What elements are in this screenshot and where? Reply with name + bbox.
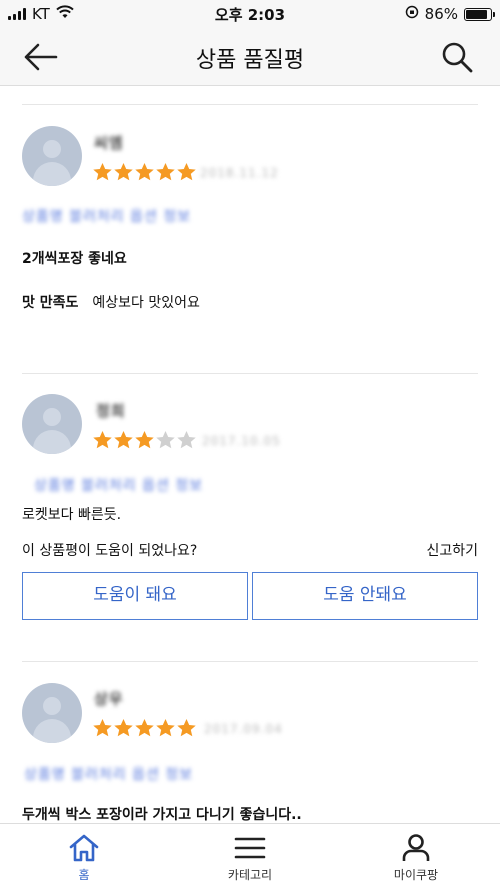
detail-value: 예상보다 맛있어요: [92, 295, 200, 311]
nav-home[interactable]: 홈: [24, 832, 144, 883]
search-button[interactable]: [440, 40, 476, 74]
nav-mycoupang-label: 마이쿠팡: [393, 868, 439, 882]
avatar: [22, 394, 82, 454]
search-icon: [442, 42, 473, 73]
nav-home-label: 홈: [78, 868, 90, 882]
star-empty-icon: [176, 430, 197, 450]
star-filled-icon: [134, 162, 155, 182]
star-rating: [92, 718, 197, 738]
avatar: [22, 683, 82, 743]
review-date: 2017.10.05: [202, 434, 281, 448]
nav-mycoupang[interactable]: 마이쿠팡: [356, 832, 476, 883]
review-date: 2017.09.04: [204, 722, 283, 736]
reviewer-name: 상우: [94, 690, 124, 708]
status-right: 86%: [405, 5, 495, 23]
star-filled-icon: [176, 718, 197, 738]
battery-icon: [464, 7, 495, 21]
person-icon: [402, 834, 430, 861]
star-filled-icon: [113, 162, 134, 182]
divider: [22, 104, 478, 105]
page-title: 상품 품질평: [195, 48, 305, 73]
review-list[interactable]: 씨엠 2018.11.12 상품명 블러처리 옵션 정보 2개씩포장 좋네요 맛…: [0, 86, 500, 823]
nav-category[interactable]: 카테고리: [190, 832, 310, 883]
rotation-lock-icon: [405, 5, 419, 23]
review-date: 2018.11.12: [200, 166, 279, 180]
review-headline: 2개씩포장 좋네요: [22, 251, 127, 267]
review-detail: 맛 만족도 예상보다 맛있어요: [22, 292, 200, 312]
star-filled-icon: [134, 718, 155, 738]
divider: [22, 373, 478, 374]
star-filled-icon: [92, 430, 113, 450]
product-option[interactable]: 상품명 블러처리 옵션 정보: [34, 475, 203, 495]
avatar: [22, 126, 82, 186]
divider: [22, 661, 478, 662]
star-filled-icon: [155, 718, 176, 738]
star-filled-icon: [113, 718, 134, 738]
star-rating: [92, 162, 197, 182]
review-body: 로켓보다 빠른듯.: [22, 507, 122, 523]
product-option[interactable]: 상품명 블러처리 옵션 정보: [24, 764, 193, 784]
star-filled-icon: [134, 430, 155, 450]
helpful-no-button[interactable]: 도움 안돼요: [252, 572, 478, 620]
menu-icon: [234, 837, 266, 859]
review-headline: 두개씩 박스 포장이라 가지고 다니기 좋습니다..: [22, 807, 302, 823]
star-filled-icon: [113, 430, 134, 450]
star-rating: [92, 430, 197, 450]
home-icon: [69, 834, 99, 862]
bottom-nav: 홈 카테고리 마이쿠팡: [0, 823, 500, 889]
star-filled-icon: [176, 162, 197, 182]
nav-category-label: 카테고리: [227, 868, 273, 882]
star-filled-icon: [155, 162, 176, 182]
star-filled-icon: [92, 718, 113, 738]
status-bar: KT 오후 2:03 86%: [0, 0, 500, 28]
star-empty-icon: [155, 430, 176, 450]
helpful-yes-button[interactable]: 도움이 돼요: [22, 572, 248, 620]
app-header: 상품 품질평: [0, 28, 500, 86]
helpful-question: 이 상품평이 도움이 되었나요?: [22, 543, 198, 559]
battery-percent: 86%: [424, 5, 458, 23]
reviewer-name: 씨엠: [94, 134, 124, 152]
star-filled-icon: [92, 162, 113, 182]
detail-key: 맛 만족도: [22, 295, 79, 311]
product-option[interactable]: 상품명 블러처리 옵션 정보: [22, 206, 191, 226]
report-link[interactable]: 신고하기: [426, 540, 478, 560]
reviewer-name: 정희: [96, 402, 126, 420]
